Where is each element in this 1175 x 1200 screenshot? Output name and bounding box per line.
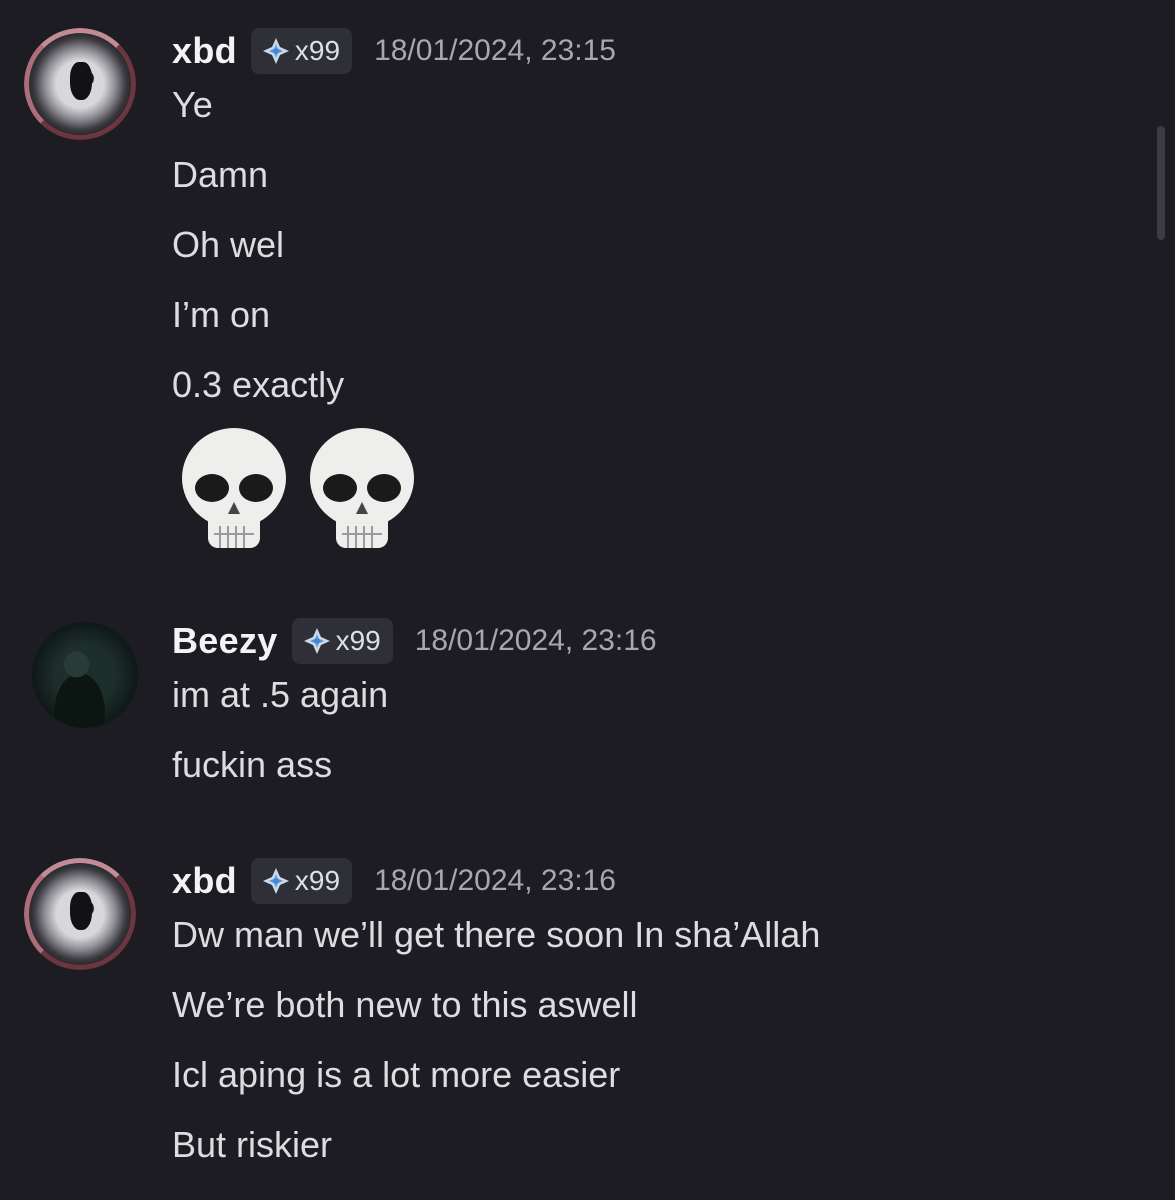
message-line: I’m on [172,294,271,335]
message-line: Ye [172,84,213,125]
tag-label: x99 [294,865,341,896]
message-line: Damn [172,154,269,195]
server-tag[interactable]: x99 [250,858,353,904]
username[interactable]: Beezy [172,620,278,662]
skull-emoji [182,428,286,548]
timestamp: 18/01/2024, 23:16 [414,624,657,657]
username[interactable]: xbd [172,860,237,902]
scrollbar-thumb[interactable] [1157,126,1165,240]
skull-emoji [310,428,414,548]
diamond-gem-icon [262,38,289,64]
server-tag[interactable]: x99 [291,618,393,664]
timestamp: 18/01/2024, 23:15 [374,34,616,67]
diamond-gem-icon [303,628,330,654]
message-line: fuckin ass [172,744,333,785]
tag-label: x99 [335,625,381,656]
message-line: We’re both new to this aswell [172,984,638,1025]
message-header: xbd x99 18/01/2024, 23:15 [172,28,616,74]
diamond-gem-icon [262,868,289,894]
message-line: Icl aping is a lot more easier [172,1054,621,1095]
message-line: But riskier [172,1124,333,1165]
avatar-xbd[interactable] [24,858,136,970]
tag-label: x99 [294,35,341,66]
message-line: Dw man we’ll get there soon In sha’Allah [172,914,821,955]
server-tag[interactable]: x99 [250,28,353,74]
timestamp: 18/01/2024, 23:16 [374,864,616,897]
message-header: Beezy x99 18/01/2024, 23:16 [172,618,657,664]
username[interactable]: xbd [172,30,237,72]
message-header: xbd x99 18/01/2024, 23:16 [172,858,616,904]
message-line: Oh wel [172,224,285,265]
avatar-beezy[interactable] [32,622,138,728]
message-line: im at .5 again [172,674,389,715]
avatar-xbd[interactable] [24,28,136,140]
message-line: 0.3 exactly [172,364,345,405]
